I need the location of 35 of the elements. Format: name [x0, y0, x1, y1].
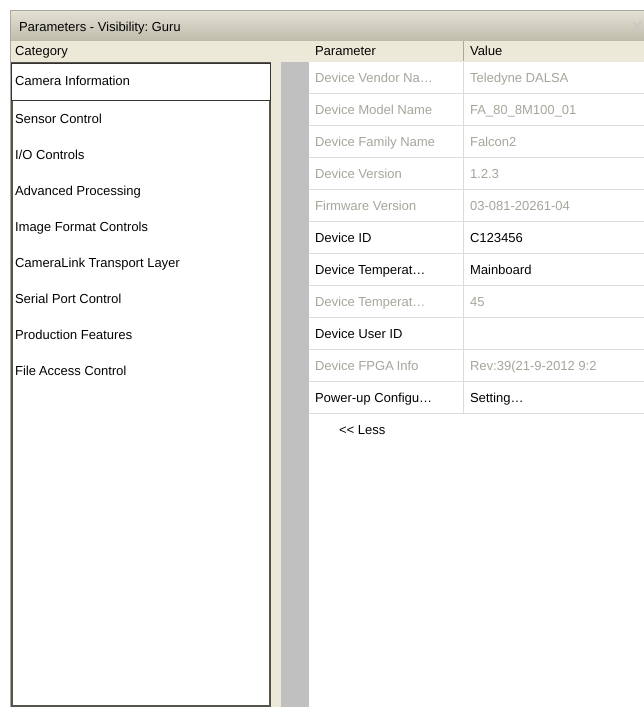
category-item[interactable]: Sensor Control: [13, 101, 269, 137]
category-item[interactable]: I/O Controls: [13, 137, 269, 173]
table-cell-text: Teledyne DALSA: [469, 69, 570, 87]
table-cell-text: Rev:39(21-9-2012 9:2: [469, 357, 598, 375]
table-cell[interactable]: C123456: [464, 222, 644, 253]
table-cell: Device ID: [309, 222, 464, 253]
table-cell: Device Temperat…: [309, 254, 464, 285]
category-item[interactable]: Advanced Processing: [13, 173, 269, 209]
table-cell[interactable]: Setting…: [464, 382, 644, 413]
table-cell: Device Temperat…: [309, 286, 464, 317]
category-item[interactable]: Serial Port Control: [13, 281, 269, 317]
category-item[interactable]: Camera Information: [11, 63, 271, 101]
table-cell: Power-up Configu…: [309, 382, 464, 413]
table-cell-text: 1.2.3: [469, 165, 500, 183]
table-cell: Device Family Name: [309, 126, 464, 157]
table-cell[interactable]: Mainboard: [464, 254, 644, 285]
table-cell: Device FPGA Info: [309, 350, 464, 381]
table-cell: Device Model Name: [309, 94, 464, 125]
category-item[interactable]: Image Format Controls: [13, 209, 269, 245]
category-item[interactable]: CameraLink Transport Layer: [13, 245, 269, 281]
table-cell-text: FA_80_8M100_01: [469, 101, 578, 119]
table-cell: Device Vendor Na…: [309, 62, 464, 93]
category-item[interactable]: File Access Control: [13, 353, 269, 389]
table-cell-text: Falcon2: [469, 133, 518, 151]
column-header[interactable]: Value: [464, 41, 644, 61]
table-cell-text: 45: [469, 293, 486, 311]
window-title: Parameters - Visibility: Guru: [19, 18, 181, 34]
table-cell: Device Version: [309, 158, 464, 189]
less-button[interactable]: << Less: [337, 422, 388, 436]
column-header: Category: [14, 42, 69, 60]
table-cell: Firmware Version: [309, 190, 464, 221]
table-cell: Device User ID: [309, 318, 464, 349]
category-item[interactable]: Production Features: [13, 317, 269, 353]
column-header[interactable]: Parameter: [309, 41, 464, 61]
table-cell-text: 03-081-20261-04: [469, 197, 571, 215]
